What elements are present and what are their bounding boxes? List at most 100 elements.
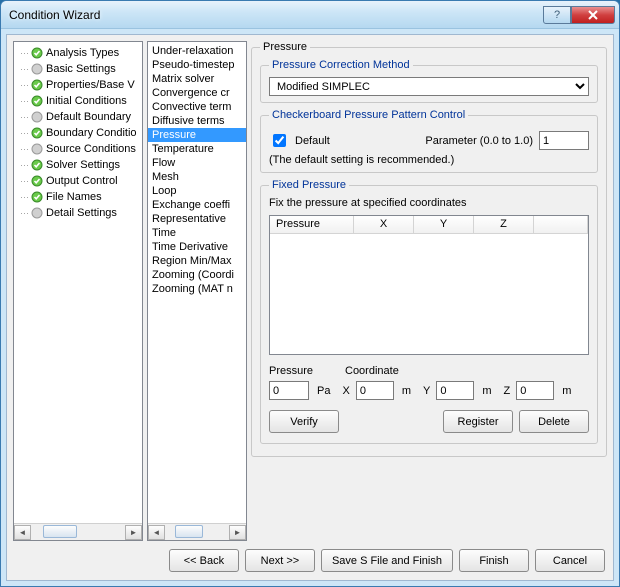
list-item[interactable]: Time Derivative xyxy=(148,240,246,254)
coord-x-input[interactable] xyxy=(356,381,394,400)
tree-branch-icon: ⋯ xyxy=(20,80,29,91)
tree-branch-icon: ⋯ xyxy=(20,128,29,139)
parameter-label: Parameter (0.0 to 1.0) xyxy=(425,135,533,147)
tree-branch-icon: ⋯ xyxy=(20,160,29,171)
x-label: X xyxy=(342,385,349,397)
register-button[interactable]: Register xyxy=(443,410,513,433)
list-item[interactable]: Matrix solver xyxy=(148,72,246,86)
tree-item[interactable]: ⋯ Source Conditions xyxy=(14,141,142,157)
tree-item-label: Analysis Types xyxy=(46,47,119,59)
tree-item[interactable]: ⋯ Detail Settings xyxy=(14,205,142,221)
tree-item[interactable]: ⋯ Output Control xyxy=(14,173,142,189)
nav-tree[interactable]: ⋯Analysis Types⋯Basic Settings⋯Propertie… xyxy=(14,42,142,523)
tree-item-label: Detail Settings xyxy=(46,207,117,219)
tree-item-label: Basic Settings xyxy=(46,63,116,75)
status-icon xyxy=(31,111,43,123)
tree-item[interactable]: ⋯Analysis Types xyxy=(14,45,142,61)
status-icon xyxy=(31,79,43,91)
list-item[interactable]: Mesh xyxy=(148,170,246,184)
correction-method-group: Pressure Correction Method Modified SIMP… xyxy=(260,59,598,103)
tree-item[interactable]: ⋯ Boundary Conditio xyxy=(14,125,142,141)
tree-item-label: Source Conditions xyxy=(46,143,136,155)
coordinate-field-label: Coordinate xyxy=(345,365,399,377)
tree-branch-icon: ⋯ xyxy=(20,96,29,107)
status-icon xyxy=(31,47,43,59)
status-icon xyxy=(31,127,43,139)
col-pressure[interactable]: Pressure xyxy=(270,216,354,234)
list-item[interactable]: Zooming (MAT n xyxy=(148,282,246,296)
status-icon xyxy=(31,63,43,75)
verify-button[interactable]: Verify xyxy=(269,410,339,433)
settings-list-panel: Under-relaxationPseudo-timestepMatrix so… xyxy=(147,41,247,541)
pressure-group: Pressure Pressure Correction Method Modi… xyxy=(251,41,607,457)
list-item[interactable]: Region Min/Max xyxy=(148,254,246,268)
scroll-left-button[interactable]: ◄ xyxy=(148,525,165,540)
coord-table[interactable]: Pressure X Y Z xyxy=(269,215,589,355)
tree-item[interactable]: ⋯Solver Settings xyxy=(14,157,142,173)
help-button[interactable]: ? xyxy=(543,6,571,24)
checkerboard-title: Checkerboard Pressure Pattern Control xyxy=(269,109,468,121)
list-item[interactable]: Pressure xyxy=(148,128,246,142)
back-button[interactable]: << Back xyxy=(169,549,239,572)
col-x[interactable]: X xyxy=(354,216,414,234)
default-checkbox[interactable] xyxy=(273,134,286,147)
tree-branch-icon: ⋯ xyxy=(20,208,29,219)
list-item[interactable]: Time xyxy=(148,226,246,240)
tree-branch-icon: ⋯ xyxy=(20,144,29,155)
list-item[interactable]: Flow xyxy=(148,156,246,170)
list-item[interactable]: Temperature xyxy=(148,142,246,156)
fixed-pressure-desc: Fix the pressure at specified coordinate… xyxy=(269,197,589,209)
coord-z-input[interactable] xyxy=(516,381,554,400)
status-icon xyxy=(31,191,43,203)
next-button[interactable]: Next >> xyxy=(245,549,315,572)
tree-item-label: Boundary Conditio xyxy=(46,127,137,139)
scroll-left-button[interactable]: ◄ xyxy=(14,525,31,540)
default-label: Default xyxy=(295,135,330,147)
wizard-buttons: << Back Next >> Save S File and Finish F… xyxy=(13,541,607,574)
close-button[interactable] xyxy=(571,6,615,24)
tree-item[interactable]: ⋯Properties/Base V xyxy=(14,77,142,93)
tree-hscroll[interactable]: ◄ ► xyxy=(14,523,142,540)
checkerboard-note: (The default setting is recommended.) xyxy=(269,154,589,166)
list-item[interactable]: Loop xyxy=(148,184,246,198)
correction-method-select[interactable]: Modified SIMPLEC xyxy=(269,77,589,96)
tree-item-label: Output Control xyxy=(46,175,118,187)
col-z[interactable]: Z xyxy=(474,216,534,234)
save-and-finish-button[interactable]: Save S File and Finish xyxy=(321,549,453,572)
pressure-input[interactable] xyxy=(269,381,309,400)
cancel-button[interactable]: Cancel xyxy=(535,549,605,572)
finish-button[interactable]: Finish xyxy=(459,549,529,572)
scroll-right-button[interactable]: ► xyxy=(229,525,246,540)
titlebar: Condition Wizard ? xyxy=(1,1,619,29)
tree-item-label: Initial Conditions xyxy=(46,95,127,107)
list-item[interactable]: Exchange coeffi xyxy=(148,198,246,212)
checkerboard-group: Checkerboard Pressure Pattern Control De… xyxy=(260,109,598,173)
status-icon xyxy=(31,159,43,171)
tree-item-label: Default Boundary xyxy=(46,111,131,123)
status-icon xyxy=(31,175,43,187)
coord-y-input[interactable] xyxy=(436,381,474,400)
scroll-thumb[interactable] xyxy=(43,525,77,538)
list-item[interactable]: Convective term xyxy=(148,100,246,114)
list-item[interactable]: Diffusive terms xyxy=(148,114,246,128)
detail-panel: Pressure Pressure Correction Method Modi… xyxy=(251,41,607,541)
parameter-input[interactable] xyxy=(539,131,589,150)
tree-item[interactable]: ⋯Basic Settings xyxy=(14,61,142,77)
settings-list[interactable]: Under-relaxationPseudo-timestepMatrix so… xyxy=(148,42,246,523)
tree-item[interactable]: ⋯ Initial Conditions xyxy=(14,93,142,109)
client-area: ⋯Analysis Types⋯Basic Settings⋯Propertie… xyxy=(6,34,614,581)
scroll-thumb[interactable] xyxy=(175,525,203,538)
list-item[interactable]: Pseudo-timestep xyxy=(148,58,246,72)
list-item[interactable]: Convergence cr xyxy=(148,86,246,100)
correction-method-title: Pressure Correction Method xyxy=(269,59,413,71)
col-y[interactable]: Y xyxy=(414,216,474,234)
tree-branch-icon: ⋯ xyxy=(20,176,29,187)
tree-item[interactable]: ⋯Default Boundary xyxy=(14,109,142,125)
list-item[interactable]: Zooming (Coordi xyxy=(148,268,246,282)
tree-item[interactable]: ⋯File Names xyxy=(14,189,142,205)
scroll-right-button[interactable]: ► xyxy=(125,525,142,540)
list-item[interactable]: Representative xyxy=(148,212,246,226)
list-hscroll[interactable]: ◄ ► xyxy=(148,523,246,540)
delete-button[interactable]: Delete xyxy=(519,410,589,433)
list-item[interactable]: Under-relaxation xyxy=(148,44,246,58)
